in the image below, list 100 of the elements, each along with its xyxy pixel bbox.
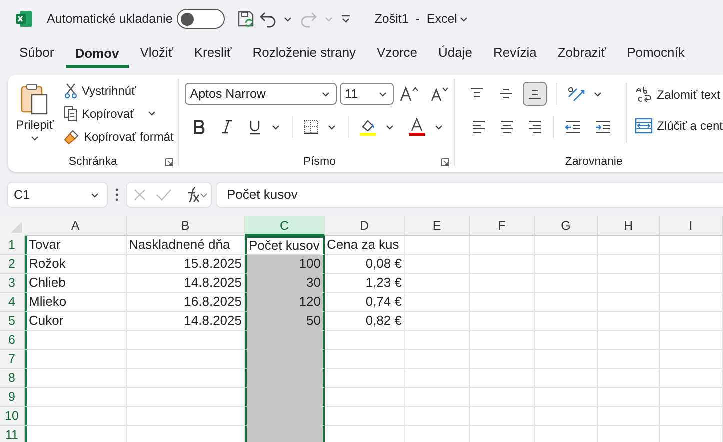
table-cell[interactable]: Cena za kus [325,236,405,255]
copy-button[interactable]: Kopírovať [64,104,135,123]
ribbon-tab[interactable]: Zobraziť [548,40,616,68]
align-right-icon[interactable] [527,119,544,135]
save-icon[interactable] [236,10,255,28]
redo-icon[interactable] [300,10,318,28]
undo-icon[interactable] [258,10,277,28]
table-cell[interactable]: 1,23 € [325,274,405,293]
ribbon-tab[interactable]: Vložiť [130,40,183,68]
caret-icon[interactable] [594,92,602,96]
row-header[interactable]: 11 [0,426,25,442]
ribbon-tab[interactable]: Súbor [10,40,64,68]
row-header[interactable]: 6 [0,331,25,350]
caret-icon [148,111,156,116]
enter-icon[interactable] [156,188,172,202]
caret-icon [31,136,39,141]
align-left-icon[interactable] [471,119,488,135]
font-size-dropdown[interactable]: 11 [340,83,394,105]
more-options-icon[interactable] [115,188,119,202]
column-header[interactable]: E [405,216,470,236]
excel-logo-icon[interactable] [15,10,33,28]
table-cell[interactable]: Rožok [25,255,127,274]
caret-icon[interactable] [386,124,394,130]
ribbon-tab[interactable]: Vzorce [368,40,428,68]
caret-icon[interactable] [435,124,444,130]
bold-icon[interactable] [191,119,208,135]
column-header[interactable]: A [25,216,127,236]
row-header[interactable]: 8 [0,369,25,388]
customize-menu-icon[interactable] [340,15,351,23]
table-cell[interactable]: 0,08 € [325,255,405,274]
row-header[interactable]: 10 [0,407,25,426]
caret-icon [379,92,388,96]
decrease-font-size-icon[interactable] [429,85,450,103]
group-label: Zarovnanie [565,156,623,168]
align-center-icon[interactable] [499,119,516,135]
name-box[interactable]: C1 [8,183,107,207]
ribbon-tab[interactable]: Pomocník [618,40,694,68]
increase-font-size-icon[interactable] [399,85,420,103]
table-cell[interactable]: 30 [245,274,325,293]
ribbon-tab[interactable]: Domov [66,40,129,68]
table-cell[interactable]: 0,74 € [325,293,405,312]
column-header[interactable]: H [598,216,660,236]
caret-icon[interactable] [284,16,292,22]
ribbon-tab[interactable]: Rozloženie strany [243,40,366,68]
fill-color-icon[interactable] [359,118,378,136]
row-header[interactable]: 7 [0,350,25,369]
column-header[interactable]: I [660,216,723,236]
wrap-text-icon [635,86,654,104]
row-header[interactable]: 3 [0,274,25,293]
borders-icon[interactable] [303,119,320,135]
autosave-label: Automatické ukladanie [47,12,173,26]
table-cell[interactable]: 120 [245,293,325,312]
table-cell[interactable]: Mlieko [25,293,127,312]
row-header[interactable]: 1 [0,236,25,255]
caret-icon[interactable] [328,124,336,130]
decrease-indent-icon[interactable] [564,119,582,135]
group-label: Písmo [303,156,336,168]
cancel-icon[interactable] [133,188,147,202]
table-cell[interactable]: Tovar [25,236,127,255]
ribbon-tab[interactable]: Kresliť [184,40,242,68]
formula-field[interactable]: Počet kusov [217,183,723,207]
table-cell[interactable]: 0,82 € [325,312,405,331]
merge-center-button[interactable]: Zlúčiť a cent [635,116,723,135]
text-orientation-icon[interactable] [566,85,586,103]
row-header[interactable]: 2 [0,255,25,274]
align-bottom-button[interactable] [523,82,548,106]
column-header[interactable]: B [127,216,245,236]
ribbon-tab[interactable]: Údaje [429,40,482,68]
table-cell[interactable]: Cukor [25,312,127,331]
caret-icon [460,16,468,22]
row-header[interactable]: 4 [0,293,25,312]
column-header[interactable]: D [325,216,405,236]
row-header[interactable]: 9 [0,388,25,407]
row-header[interactable]: 5 [0,312,25,331]
autosave-toggle[interactable] [176,9,225,29]
table-cell[interactable] [245,426,325,442]
copy-icon [64,106,78,122]
paintbrush-icon [64,128,80,144]
increase-indent-icon[interactable] [594,119,612,135]
font-name-dropdown[interactable]: Aptos Narrow [185,83,338,105]
column-header[interactable]: F [470,216,535,236]
group-label: Schránka [68,156,118,168]
table-cell[interactable]: Chlieb [25,274,127,293]
table-cell[interactable]: 50 [245,312,325,331]
document-title[interactable]: Zošit1 - Excel [374,12,476,26]
wrap-text-button[interactable]: Zalomiť text [635,85,723,104]
dialog-launcher-icon[interactable] [441,158,450,167]
format-painter-button[interactable]: Kopírovať formát [64,127,174,146]
cut-button[interactable]: Vystrihnúť [64,81,174,100]
ribbon-tab[interactable]: Revízia [484,40,546,68]
caret-icon[interactable] [272,124,280,130]
table-cell[interactable]: Počet kusov [245,236,325,255]
caret-icon [322,92,330,96]
merge-cells-icon [635,116,654,134]
column-header[interactable]: C [245,216,325,236]
column-header[interactable]: G [535,216,598,236]
font-color-icon[interactable] [408,118,426,136]
paste-button[interactable]: Prilepiť [12,81,58,152]
dialog-launcher-icon[interactable] [165,158,174,167]
table-cell[interactable]: 100 [245,255,325,274]
